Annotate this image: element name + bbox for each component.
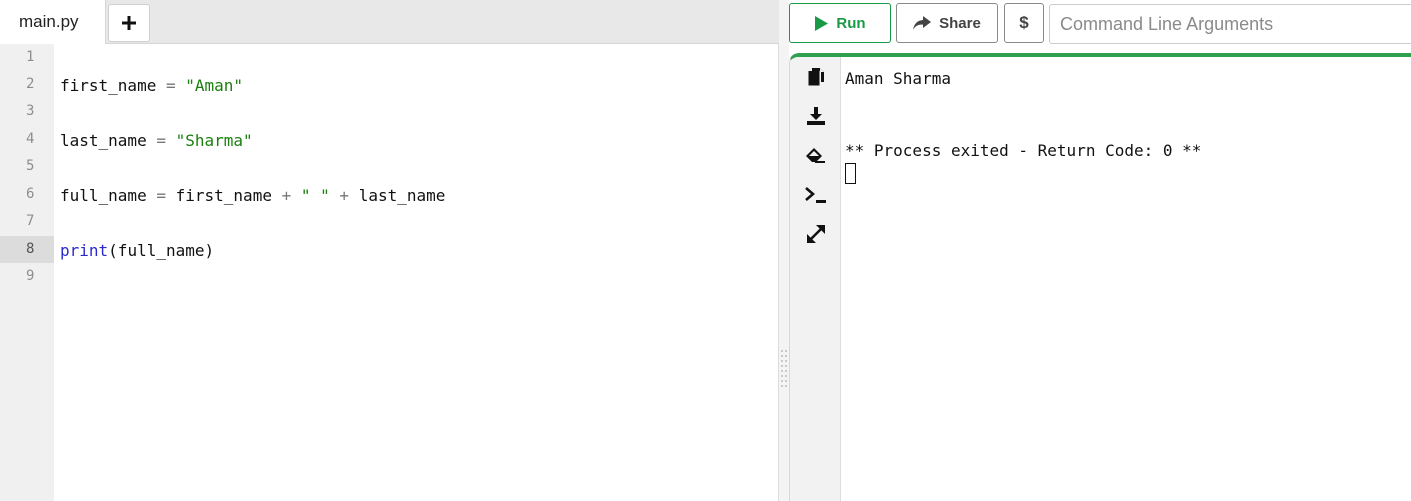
dollar-button[interactable]: $	[1004, 3, 1044, 43]
line-number: 5	[26, 158, 35, 174]
share-button[interactable]: Share	[896, 3, 998, 43]
dollar-label: $	[1019, 13, 1029, 32]
operator: =	[165, 76, 176, 95]
file-tabbar: main.py	[0, 0, 779, 44]
operator: +	[281, 186, 292, 205]
identifier: full_name	[60, 186, 147, 205]
run-toolbar: Run Share $	[789, 0, 1411, 50]
operator: +	[339, 186, 350, 205]
identifier: last_name	[358, 186, 446, 205]
call-arguments: (full_name)	[108, 241, 215, 260]
command-line-arguments-input[interactable]	[1049, 4, 1411, 44]
line-number-gutter: 1 2 3 4 5 6 7 8 9	[0, 44, 54, 501]
share-arrow-icon	[913, 16, 932, 30]
text-cursor	[845, 163, 856, 184]
tab-label: main.py	[19, 12, 79, 31]
eraser-icon	[806, 148, 825, 163]
line-number: 2	[26, 76, 35, 92]
output-panel: Aman Sharma ** Process exited - Return C…	[789, 53, 1411, 501]
string-literal: "Aman"	[185, 76, 244, 95]
line-number-active: 8	[0, 236, 54, 263]
code-line-2: first_name = "Aman"	[60, 72, 243, 99]
expand-icon	[807, 225, 825, 243]
share-label: Share	[939, 14, 981, 32]
console-input-line[interactable]	[845, 163, 1411, 187]
identifier: first_name	[175, 186, 272, 205]
drag-handle-icon[interactable]	[779, 350, 789, 396]
tab-main-py[interactable]: main.py	[0, 0, 106, 44]
string-literal: "Sharma"	[175, 131, 253, 150]
identifier: first_name	[60, 76, 157, 95]
line-number: 4	[26, 131, 35, 147]
run-label: Run	[836, 14, 866, 32]
line-number: 3	[26, 103, 35, 119]
code-line-8: print(full_name)	[60, 237, 214, 264]
play-icon	[815, 15, 829, 31]
terminal-button[interactable]	[804, 183, 828, 207]
console-line: ** Process exited - Return Code: 0 **	[845, 141, 1202, 160]
pane-splitter[interactable]	[779, 0, 789, 501]
identifier: last_name	[60, 131, 147, 150]
terminal-icon	[805, 187, 826, 203]
string-literal: " "	[300, 186, 330, 205]
run-button[interactable]: Run	[789, 3, 891, 43]
clear-button[interactable]	[804, 143, 828, 167]
builtin-function: print	[60, 241, 109, 260]
add-file-button[interactable]	[108, 4, 150, 42]
line-number: 7	[26, 213, 35, 229]
operator: =	[156, 186, 166, 205]
code-line-6: full_name = first_name + " " + last_name	[60, 182, 445, 209]
line-number: 9	[26, 268, 35, 284]
download-icon	[807, 107, 825, 125]
plus-icon	[122, 16, 136, 30]
console-output[interactable]: Aman Sharma ** Process exited - Return C…	[845, 67, 1411, 187]
operator: =	[156, 131, 166, 150]
editor-pane: main.py 1 2 3 4 5 6 7 8 9 first_name = "…	[0, 0, 779, 501]
line-number: 1	[26, 49, 35, 65]
copy-icon	[808, 68, 824, 86]
line-number: 6	[26, 186, 35, 202]
code-line-4: last_name = "Sharma"	[60, 127, 253, 154]
copy-button[interactable]	[804, 65, 828, 89]
console-line: Aman Sharma	[845, 69, 951, 88]
expand-button[interactable]	[804, 222, 828, 246]
code-editor[interactable]: first_name = "Aman" last_name = "Sharma"…	[54, 44, 778, 501]
output-toolbar	[790, 57, 841, 501]
download-button[interactable]	[804, 104, 828, 128]
